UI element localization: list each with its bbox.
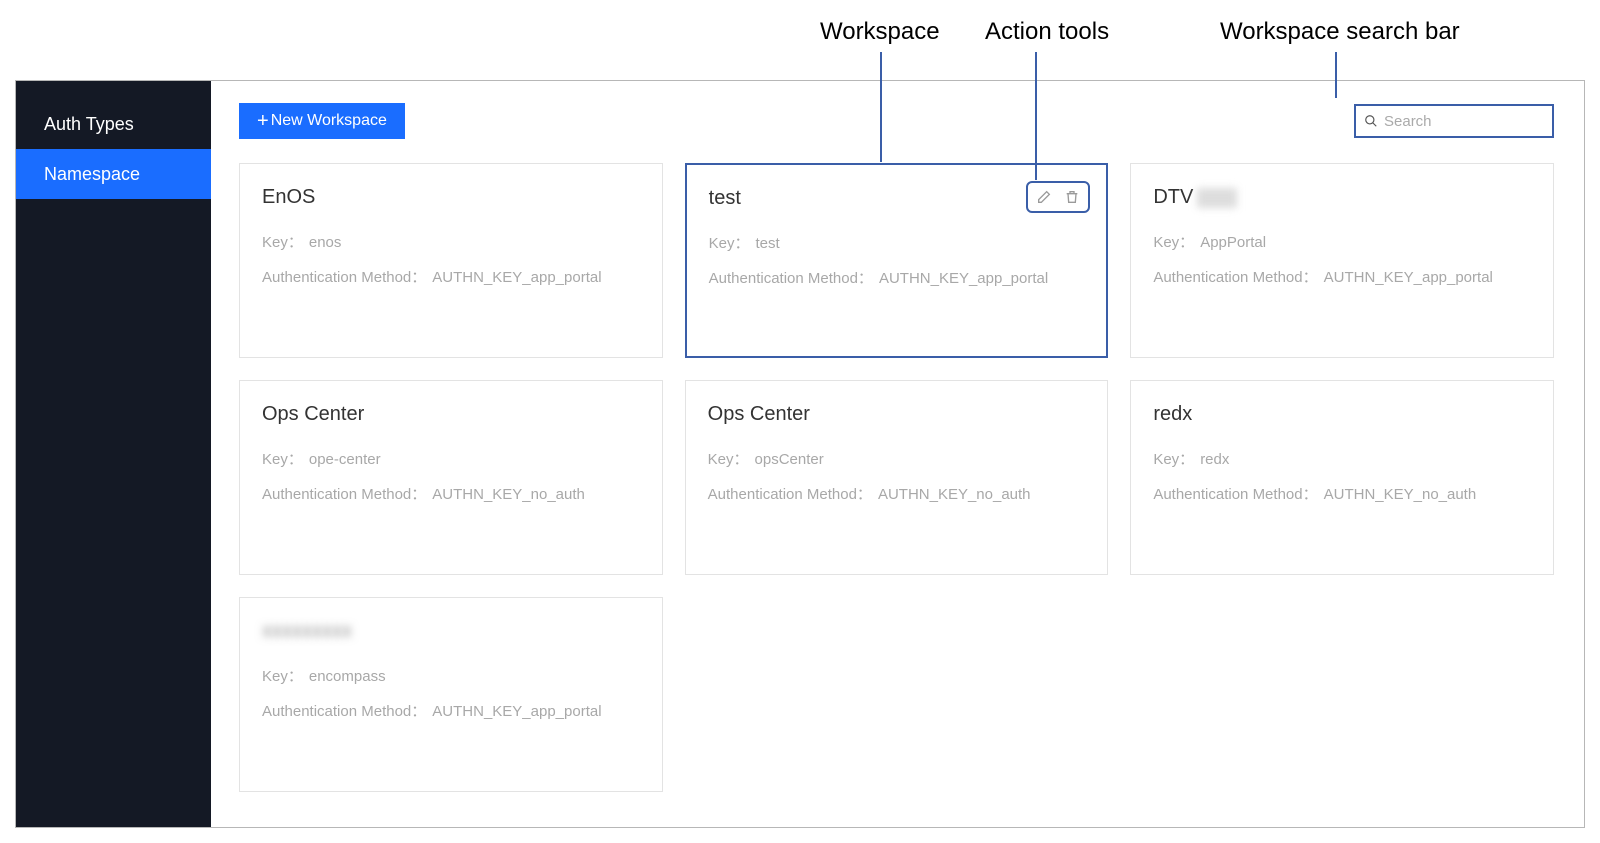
new-workspace-button[interactable]: +New Workspace bbox=[239, 103, 405, 139]
workspace-card-auth-row: Authentication Method： AUTHN_KEY_no_auth bbox=[708, 483, 1086, 504]
sidebar-item-label: Auth Types bbox=[44, 114, 134, 135]
workspace-card-auth-row: Authentication Method： AUTHN_KEY_app_port… bbox=[1153, 266, 1531, 287]
workspace-card[interactable]: DTV Key： AppPortal Authentication Method： AU… bbox=[1130, 163, 1554, 358]
workspace-cards-grid: EnOS Key： enos Authentication Method： AUTHN_… bbox=[239, 163, 1554, 792]
workspace-card-auth-row: Authentication Method： AUTHN_KEY_app_port… bbox=[262, 700, 640, 721]
search-input[interactable] bbox=[1378, 113, 1544, 130]
main-content: +New Workspace EnOS Key： enos Authenticatio… bbox=[211, 81, 1584, 827]
toolbar: +New Workspace bbox=[239, 103, 1554, 139]
key-label: Key： bbox=[709, 235, 750, 252]
annotation-search-bar-label: Workspace search bar bbox=[1220, 18, 1460, 46]
workspace-card-title: DTV bbox=[1153, 186, 1531, 209]
workspace-card-title: redx bbox=[1153, 403, 1531, 426]
workspace-card-key-row: Key： enos bbox=[262, 231, 640, 252]
app-frame: Auth Types Namespace +New Workspace EnOS… bbox=[15, 80, 1585, 828]
key-value: enos bbox=[309, 234, 342, 251]
key-value: ope-center bbox=[309, 451, 381, 468]
workspace-card-key-row: Key： AppPortal bbox=[1153, 231, 1531, 252]
key-value: test bbox=[756, 235, 780, 252]
auth-method-label: Authentication Method： bbox=[1153, 269, 1317, 286]
sidebar: Auth Types Namespace bbox=[16, 81, 211, 827]
workspace-card-key-row: Key： test bbox=[709, 232, 1085, 253]
key-label: Key： bbox=[262, 451, 303, 468]
auth-method-value: AUTHN_KEY_app_portal bbox=[1324, 269, 1493, 286]
annotation-action-tools-label: Action tools bbox=[985, 18, 1109, 46]
key-value: AppPortal bbox=[1200, 234, 1266, 251]
sidebar-item-label: Namespace bbox=[44, 164, 140, 185]
workspace-card[interactable]: xxxxxxxxx Key： encompass Authentication Met… bbox=[239, 597, 663, 792]
workspace-card-title: EnOS bbox=[262, 186, 640, 209]
search-icon bbox=[1364, 114, 1378, 128]
edit-icon[interactable] bbox=[1034, 187, 1054, 207]
auth-method-label: Authentication Method： bbox=[262, 269, 426, 286]
auth-method-value: AUTHN_KEY_no_auth bbox=[878, 486, 1031, 503]
key-value: encompass bbox=[309, 668, 386, 685]
workspace-card-key-row: Key： encompass bbox=[262, 665, 640, 686]
key-label: Key： bbox=[262, 234, 303, 251]
key-label: Key： bbox=[1153, 234, 1194, 251]
workspace-card[interactable]: Ops Center Key： ope-center Authentication M… bbox=[239, 380, 663, 575]
key-label: Key： bbox=[708, 451, 749, 468]
workspace-card-key-row: Key： redx bbox=[1153, 448, 1531, 469]
auth-method-value: AUTHN_KEY_app_portal bbox=[432, 703, 601, 720]
workspace-card[interactable]: Ops Center Key： opsCenter Authentication Me… bbox=[685, 380, 1109, 575]
workspace-card-auth-row: Authentication Method： AUTHN_KEY_no_auth bbox=[262, 483, 640, 504]
key-label: Key： bbox=[262, 668, 303, 685]
action-tools bbox=[1026, 181, 1090, 213]
auth-method-label: Authentication Method： bbox=[262, 703, 426, 720]
workspace-card-auth-row: Authentication Method： AUTHN_KEY_no_auth bbox=[1153, 483, 1531, 504]
new-workspace-label: New Workspace bbox=[271, 112, 387, 130]
workspace-card-title: Ops Center bbox=[262, 403, 640, 426]
workspace-card[interactable]: redx Key： redx Authentication Method： AUTHN_… bbox=[1130, 380, 1554, 575]
workspace-card-auth-row: Authentication Method： AUTHN_KEY_app_port… bbox=[709, 267, 1085, 288]
auth-method-label: Authentication Method： bbox=[262, 486, 426, 503]
auth-method-value: AUTHN_KEY_app_portal bbox=[432, 269, 601, 286]
auth-method-label: Authentication Method： bbox=[708, 486, 872, 503]
key-label: Key： bbox=[1153, 451, 1194, 468]
workspace-card-key-row: Key： opsCenter bbox=[708, 448, 1086, 469]
workspace-card-auth-row: Authentication Method： AUTHN_KEY_app_port… bbox=[262, 266, 640, 287]
key-value: redx bbox=[1200, 451, 1229, 468]
auth-method-value: AUTHN_KEY_no_auth bbox=[1324, 486, 1477, 503]
sidebar-item-auth-types[interactable]: Auth Types bbox=[16, 99, 211, 149]
workspace-card-title: Ops Center bbox=[708, 403, 1086, 426]
auth-method-value: AUTHN_KEY_app_portal bbox=[879, 270, 1048, 287]
workspace-card-title: xxxxxxxxx bbox=[262, 620, 640, 643]
auth-method-label: Authentication Method： bbox=[1153, 486, 1317, 503]
blurred-text bbox=[1197, 188, 1237, 208]
plus-icon: + bbox=[257, 111, 269, 131]
annotation-workspace-label: Workspace bbox=[820, 18, 940, 46]
auth-method-value: AUTHN_KEY_no_auth bbox=[432, 486, 585, 503]
sidebar-item-namespace[interactable]: Namespace bbox=[16, 149, 211, 199]
key-value: opsCenter bbox=[755, 451, 824, 468]
annotation-layer: Workspace Action tools Workspace search … bbox=[0, 0, 1600, 80]
workspace-card[interactable]: testKey： test Authentication Method： AUTHN_… bbox=[685, 163, 1109, 358]
workspace-card-key-row: Key： ope-center bbox=[262, 448, 640, 469]
delete-icon[interactable] bbox=[1062, 187, 1082, 207]
workspace-card[interactable]: EnOS Key： enos Authentication Method： AUTHN_… bbox=[239, 163, 663, 358]
auth-method-label: Authentication Method： bbox=[709, 270, 873, 287]
search-bar[interactable] bbox=[1354, 104, 1554, 138]
